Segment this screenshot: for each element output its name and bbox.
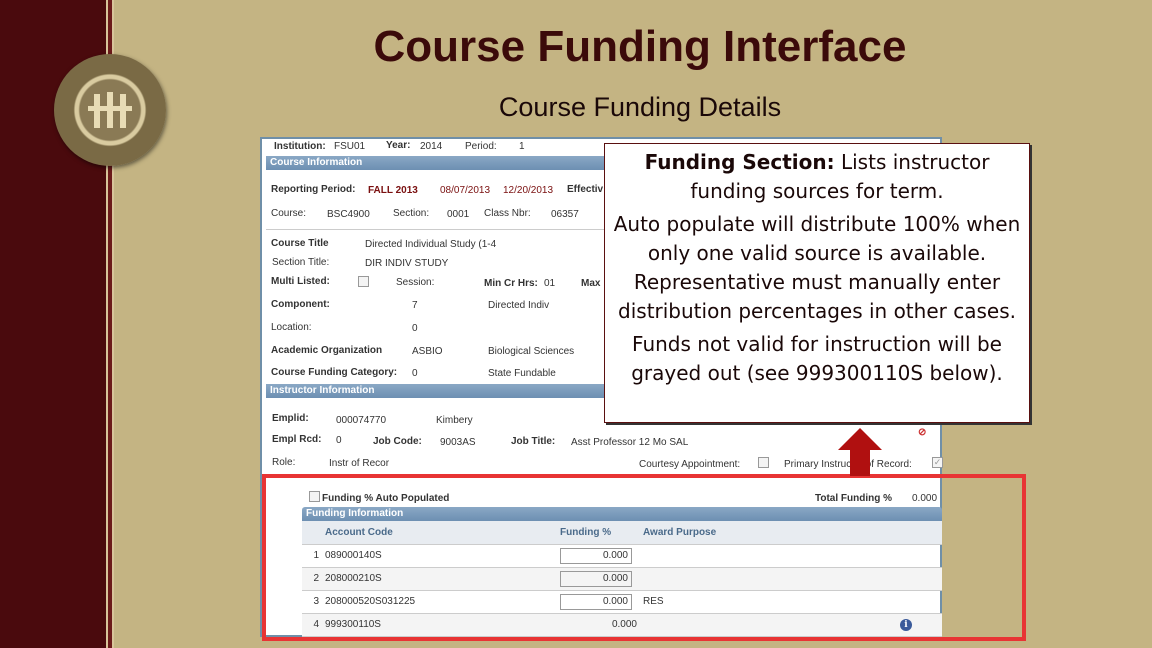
slide-subtitle: Course Funding Details	[498, 92, 782, 122]
primary-checkbox[interactable]: ✓	[932, 457, 943, 468]
callout-line2: Auto populate will distribute 100% when …	[613, 212, 1021, 323]
section-value: 0001	[447, 209, 470, 220]
classnbr-label: Class Nbr:	[484, 208, 531, 219]
rcd-value: 0	[336, 435, 342, 446]
org-value: ASBIO	[412, 346, 443, 357]
courtesy-label: Courtesy Appointment:	[639, 459, 741, 470]
prohibited-icon[interactable]: ⊘	[918, 427, 926, 438]
course-title-label: Course Title	[271, 238, 329, 249]
funding-section-highlight	[262, 474, 1026, 641]
funding-category-label: Course Funding Category:	[271, 367, 398, 378]
jobcode-value: 9003AS	[440, 437, 476, 448]
course-label: Course:	[271, 208, 307, 219]
section-label: Section:	[393, 208, 430, 219]
end-date: 12/20/2013	[503, 185, 554, 196]
location-label: Location:	[271, 322, 312, 333]
multi-listed-checkbox[interactable]	[358, 276, 369, 287]
mincr-value: 01	[544, 278, 556, 289]
org-desc: Biological Sciences	[488, 346, 575, 357]
section-title-label: Section Title:	[272, 257, 330, 268]
reporting-value: FALL 2013	[368, 185, 418, 196]
jobtitle-value: Asst Professor 12 Mo SAL	[571, 437, 689, 448]
jobtitle-label: Job Title:	[511, 436, 556, 447]
funding-category-value: 0	[412, 368, 418, 379]
emplid-label: Emplid:	[272, 413, 309, 424]
multi-listed-label: Multi Listed:	[271, 276, 330, 287]
effective-label: Effectiv	[567, 184, 604, 195]
location-value: 0	[412, 323, 418, 334]
component-value: 7	[412, 300, 418, 311]
courtesy-checkbox[interactable]	[758, 457, 769, 468]
course-value: BSC4900	[327, 209, 370, 220]
fsu-seal-logo	[54, 54, 166, 166]
period-value: 1	[519, 141, 525, 152]
instructor-name: Kimbery	[436, 415, 473, 426]
reporting-label: Reporting Period:	[271, 184, 356, 195]
period-label: Period:	[465, 141, 497, 152]
slide-title: Course Funding Interface	[373, 22, 907, 71]
component-desc: Directed Indiv	[488, 300, 550, 311]
rcd-label: Empl Rcd:	[272, 434, 322, 445]
callout-line3: Funds not valid for instruction will be …	[631, 332, 1003, 385]
org-label: Academic Organization	[271, 345, 383, 356]
section-title-value: DIR INDIV STUDY	[365, 258, 449, 269]
role-value: Instr of Recor	[329, 458, 390, 469]
callout-bold: Funding Section:	[644, 150, 835, 174]
session-label: Session:	[396, 277, 435, 288]
mincr-label: Min Cr Hrs:	[484, 278, 538, 289]
up-arrow-icon	[838, 428, 882, 476]
component-label: Component:	[271, 299, 330, 310]
jobcode-label: Job Code:	[373, 436, 422, 447]
funding-category-desc: State Fundable	[488, 368, 556, 379]
course-title-value: Directed Individual Study (1-4	[365, 239, 497, 250]
classnbr-value: 06357	[551, 209, 579, 220]
role-label: Role:	[272, 457, 296, 468]
year-label: Year:	[386, 140, 411, 151]
emplid-value: 000074770	[336, 415, 387, 426]
funding-section-callout: Funding Section: Lists instructor fundin…	[604, 143, 1030, 423]
max-label: Max	[581, 278, 601, 289]
institution-label: Institution:	[274, 141, 326, 152]
institution-value: FSU01	[334, 141, 366, 152]
start-date: 08/07/2013	[440, 185, 491, 196]
year-value: 2014	[420, 141, 443, 152]
